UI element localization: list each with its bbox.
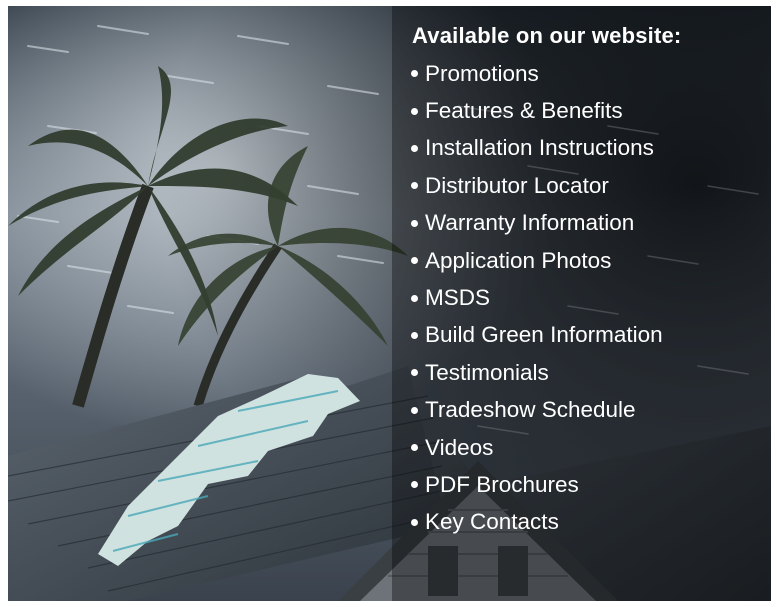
list-item-application-photos: Application Photos bbox=[411, 242, 663, 279]
list-item-label: PDF Brochures bbox=[425, 471, 579, 497]
list-item-build-green-information: Build Green Information bbox=[411, 317, 663, 354]
list-item-tradeshow-schedule: Tradeshow Schedule bbox=[411, 392, 663, 429]
list-item-pdf-brochures: PDF Brochures bbox=[411, 466, 663, 503]
list-item-label: Build Green Information bbox=[425, 322, 663, 348]
list-item-label: Distributor Locator bbox=[425, 172, 609, 198]
list-item-label: Application Photos bbox=[425, 247, 612, 273]
list-item-label: MSDS bbox=[425, 285, 491, 311]
list-item-label: Testimonials bbox=[425, 359, 549, 385]
bullet-icon bbox=[411, 219, 418, 227]
bullet-icon bbox=[411, 481, 418, 489]
list-item-label: Features & Benefits bbox=[425, 98, 623, 124]
list-item-msds: MSDS bbox=[411, 279, 663, 316]
panel-heading: Available on our website: bbox=[412, 23, 682, 48]
bullet-icon bbox=[411, 331, 418, 339]
website-features-list: Promotions Features & Benefits Installat… bbox=[411, 55, 663, 541]
bullet-icon bbox=[411, 107, 418, 115]
list-item-warranty-information: Warranty Information bbox=[411, 205, 663, 242]
list-item-videos: Videos bbox=[411, 429, 663, 466]
bullet-icon bbox=[411, 444, 418, 452]
bullet-icon bbox=[411, 144, 418, 152]
list-item-distributor-locator: Distributor Locator bbox=[411, 167, 663, 204]
list-item-testimonials: Testimonials bbox=[411, 354, 663, 391]
list-item-label: Key Contacts bbox=[425, 509, 559, 535]
bullet-icon bbox=[411, 257, 418, 265]
bullet-icon bbox=[411, 70, 418, 78]
bullet-icon bbox=[411, 294, 418, 302]
list-item-label: Installation Instructions bbox=[425, 135, 654, 161]
list-item-label: Warranty Information bbox=[425, 210, 635, 236]
list-item-key-contacts: Key Contacts bbox=[411, 504, 663, 541]
list-item-installation-instructions: Installation Instructions bbox=[411, 130, 663, 167]
list-item-label: Videos bbox=[425, 434, 494, 460]
list-item-label: Tradeshow Schedule bbox=[425, 397, 636, 423]
bullet-icon bbox=[411, 182, 418, 190]
bullet-icon bbox=[411, 406, 418, 414]
bullet-icon bbox=[411, 369, 418, 377]
list-item-label: Promotions bbox=[425, 60, 539, 86]
bullet-icon bbox=[411, 518, 418, 526]
list-item-features-benefits: Features & Benefits bbox=[411, 92, 663, 129]
list-item-promotions: Promotions bbox=[411, 55, 663, 92]
